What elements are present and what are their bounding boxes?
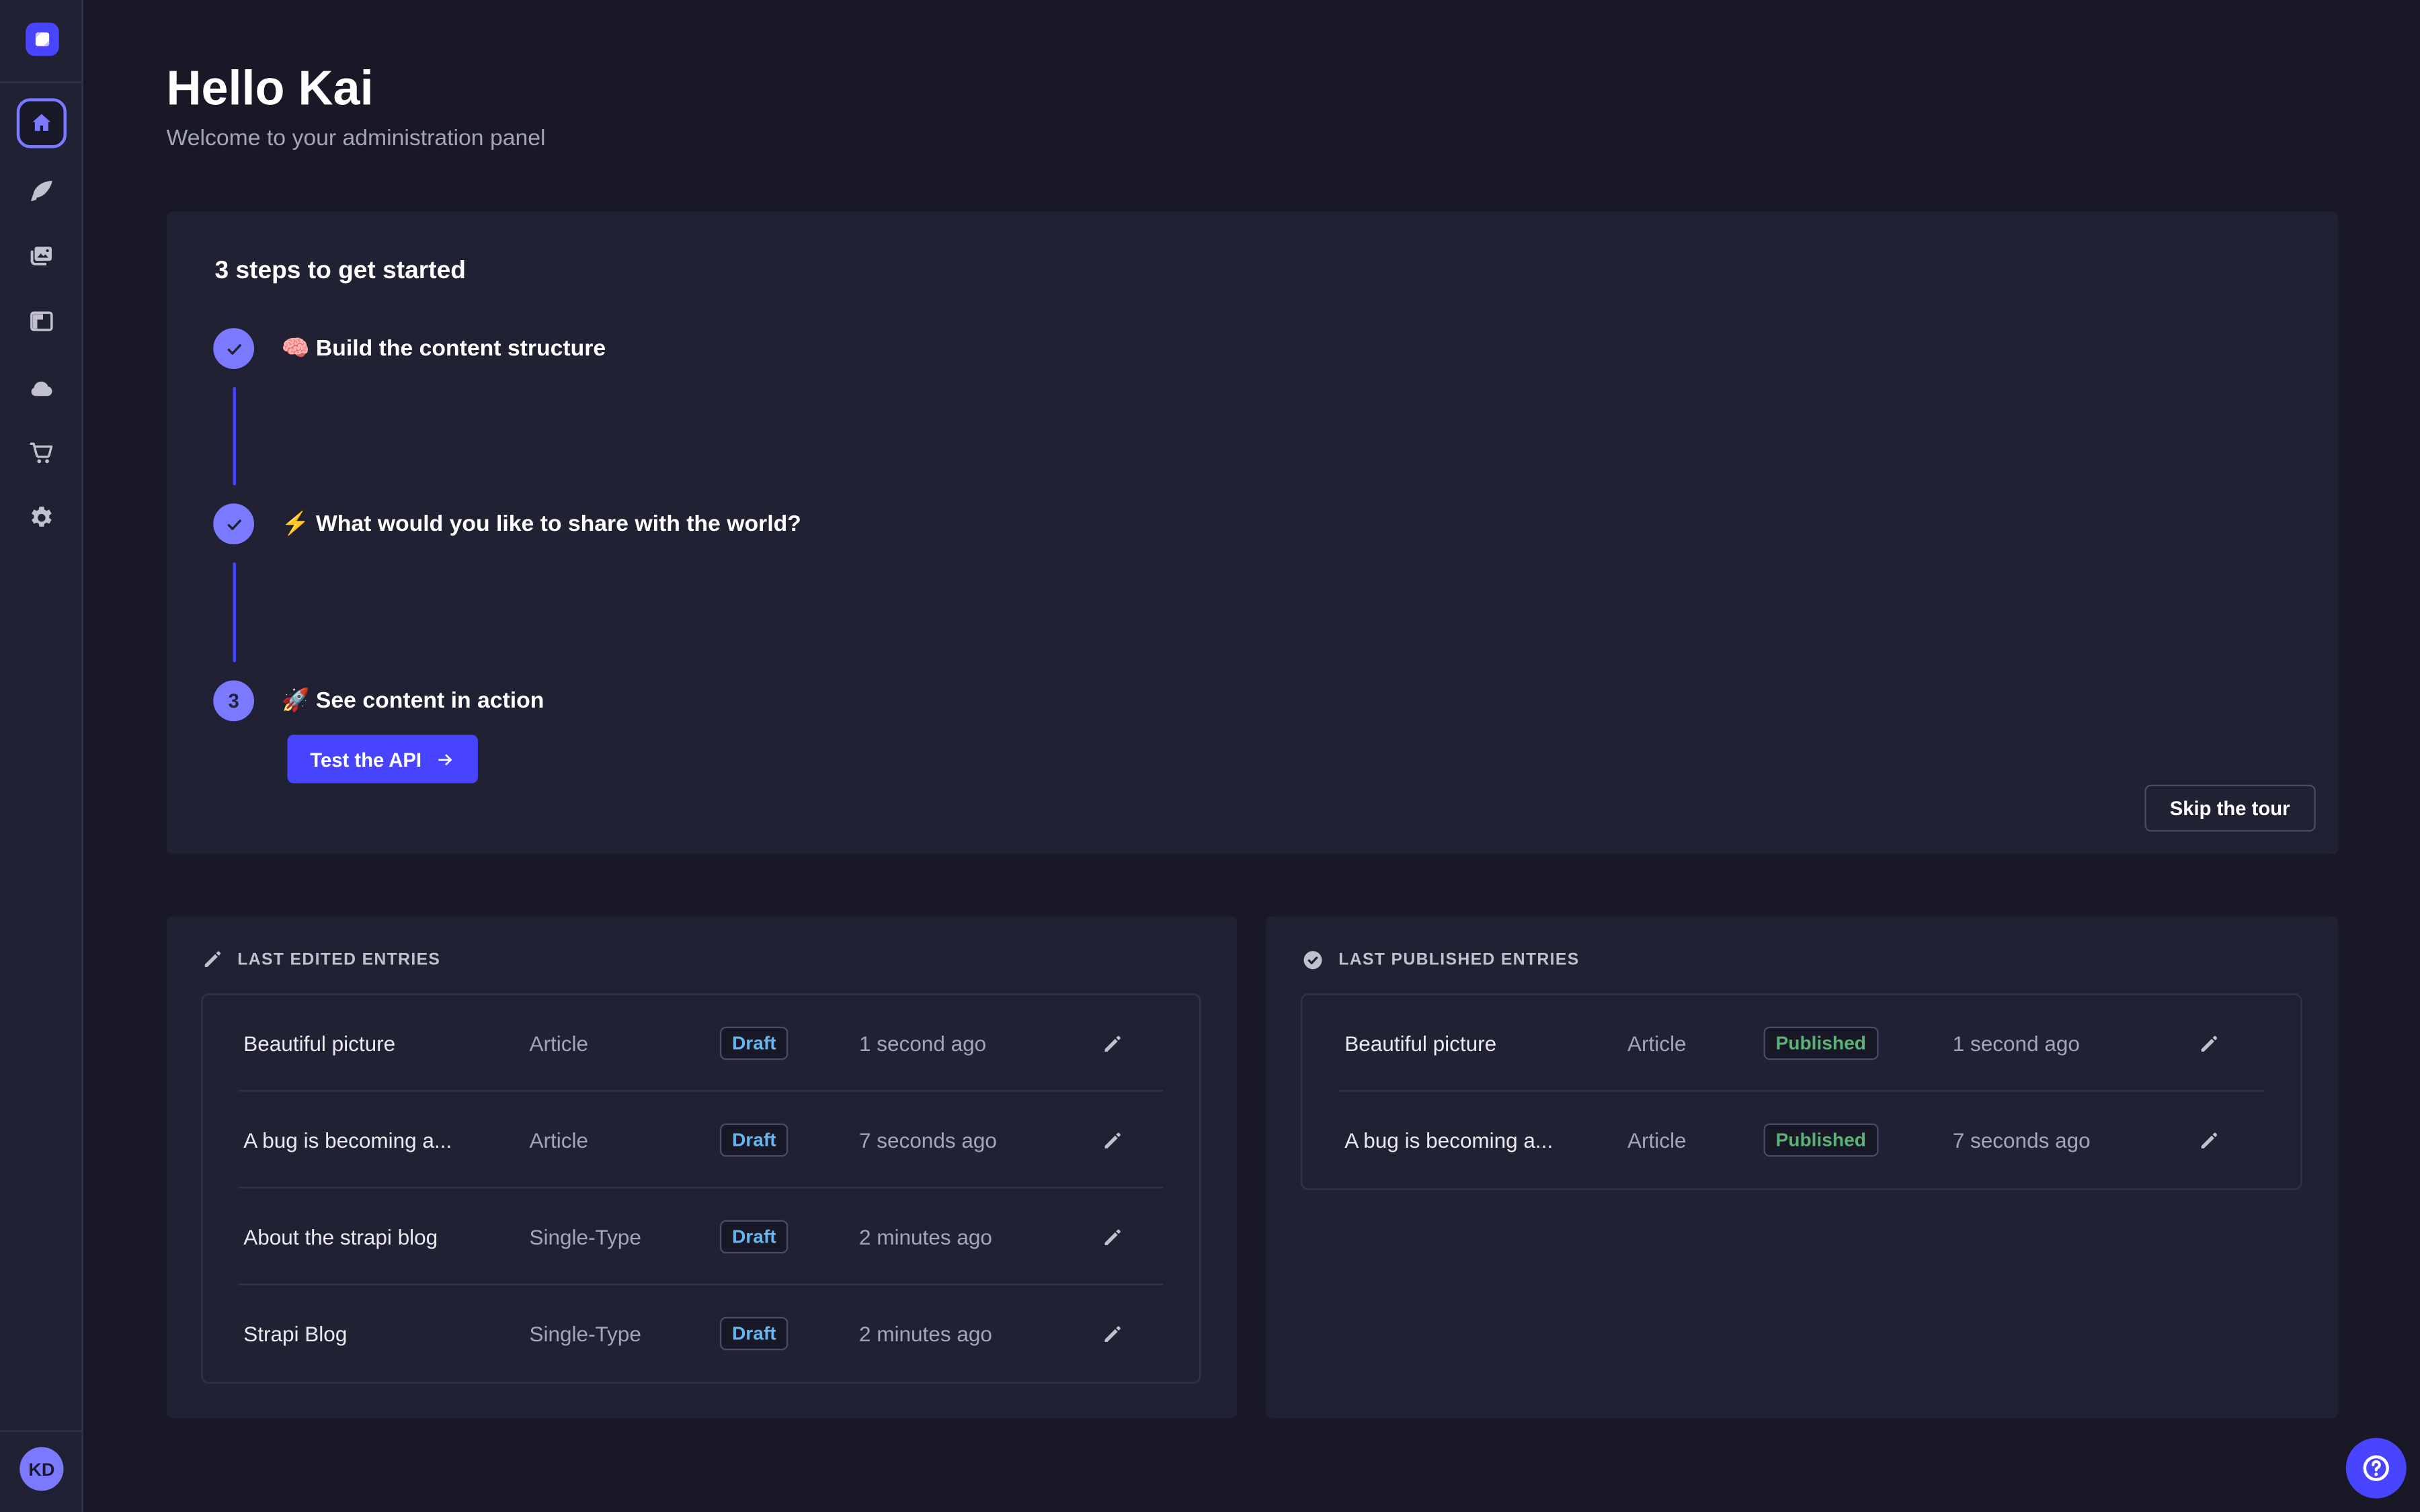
sidebar-item-cloud[interactable] — [28, 374, 56, 403]
entry-title: Strapi Blog — [243, 1322, 529, 1346]
step-connector — [232, 562, 235, 663]
edit-entry-button[interactable] — [2195, 1030, 2222, 1057]
last-published-table: Beautiful picture Article Published 1 se… — [1301, 993, 2302, 1190]
entry-title: About the strapi blog — [243, 1225, 529, 1249]
getting-started-card: 3 steps to get started 🧠 Build the conte… — [167, 212, 2339, 854]
media-library-icon — [28, 242, 56, 271]
step-3-label: 🚀 See content in action — [282, 681, 544, 722]
last-edited-table: Beautiful picture Article Draft 1 second… — [201, 993, 1201, 1384]
sidebar-divider — [0, 1431, 82, 1432]
check-circle-icon — [1301, 948, 1325, 972]
entry-kind: Article — [1627, 1128, 1764, 1152]
step-1-done-icon — [213, 328, 254, 369]
layout-icon — [28, 307, 56, 336]
strapi-logo-icon — [29, 26, 56, 53]
sidebar-item-media-library[interactable] — [28, 242, 56, 271]
question-icon — [2360, 1452, 2393, 1485]
tour-title: 3 steps to get started — [215, 257, 466, 286]
gear-icon — [28, 503, 56, 532]
sidebar-divider — [0, 82, 82, 83]
sidebar: KD — [0, 0, 83, 1512]
edit-entry-button[interactable] — [1098, 1030, 1126, 1057]
entry-time: 7 seconds ago — [1953, 1128, 2195, 1152]
entry-title: Beautiful picture — [1344, 1032, 1627, 1056]
last-published-title: LAST PUBLISHED ENTRIES — [1338, 951, 1579, 969]
cloud-icon — [28, 373, 56, 403]
table-row[interactable]: Strapi Blog Single-Type Draft 2 minutes … — [203, 1286, 1200, 1382]
status-badge: Published — [1764, 1124, 1878, 1157]
entry-kind: Article — [1627, 1032, 1764, 1056]
edit-entry-button[interactable] — [2195, 1126, 2222, 1154]
test-api-button[interactable]: Test the API — [288, 735, 478, 784]
pencil-icon — [1100, 1322, 1123, 1345]
entry-kind: Single-Type — [530, 1225, 721, 1249]
edit-entry-button[interactable] — [1098, 1320, 1126, 1347]
test-api-label: Test the API — [310, 748, 421, 771]
edit-entry-button[interactable] — [1098, 1126, 1126, 1154]
page-subtitle: Welcome to your administration panel — [167, 126, 546, 151]
home-icon — [29, 110, 54, 136]
status-badge: Draft — [720, 1317, 789, 1351]
step-2-done-icon — [213, 503, 254, 544]
entry-time: 1 second ago — [1953, 1032, 2195, 1056]
pencil-icon — [2197, 1032, 2220, 1055]
entry-title: A bug is becoming a... — [1344, 1128, 1627, 1152]
step-2-label: ⚡ What would you like to share with the … — [282, 503, 801, 544]
sidebar-item-content-type-builder[interactable] — [28, 307, 56, 336]
check-icon — [223, 513, 245, 535]
user-avatar[interactable]: KD — [19, 1447, 63, 1490]
status-badge: Draft — [720, 1124, 789, 1157]
entry-kind: Single-Type — [530, 1322, 721, 1346]
last-edited-panel: LAST EDITED ENTRIES Beautiful picture Ar… — [167, 917, 1238, 1419]
help-button[interactable] — [2346, 1438, 2407, 1499]
page-title: Hello Kai — [167, 60, 374, 116]
entry-time: 2 minutes ago — [859, 1225, 1098, 1249]
admin-dashboard: KD Hello Kai Welcome to your administrat… — [0, 0, 2420, 1512]
avatar-initials: KD — [28, 1458, 54, 1480]
strapi-logo[interactable] — [26, 23, 59, 56]
cart-icon — [28, 439, 56, 468]
pencil-icon — [2197, 1129, 2220, 1152]
table-row[interactable]: About the strapi blog Single-Type Draft … — [203, 1189, 1200, 1286]
last-edited-title: LAST EDITED ENTRIES — [237, 950, 440, 968]
sidebar-item-marketplace[interactable] — [28, 439, 56, 468]
step-connector — [232, 387, 235, 485]
status-badge: Published — [1764, 1027, 1878, 1060]
status-badge: Draft — [720, 1220, 789, 1254]
sidebar-item-home[interactable] — [17, 98, 67, 148]
arrow-right-icon — [435, 749, 454, 769]
step-3-number: 3 — [228, 689, 239, 712]
step-1-label: 🧠 Build the content structure — [282, 328, 606, 369]
sidebar-item-settings[interactable] — [28, 503, 56, 532]
skip-tour-button[interactable]: Skip the tour — [2144, 785, 2315, 832]
pencil-icon — [1100, 1032, 1123, 1055]
entry-time: 1 second ago — [859, 1032, 1098, 1056]
table-row[interactable]: Beautiful picture Article Published 1 se… — [1302, 995, 2300, 1092]
pencil-icon — [1100, 1129, 1123, 1152]
sidebar-item-content-manager[interactable] — [28, 177, 56, 206]
last-edited-header: LAST EDITED ENTRIES — [201, 948, 440, 971]
entry-time: 2 minutes ago — [859, 1322, 1098, 1346]
feather-icon — [28, 177, 56, 206]
step-3-number-badge: 3 — [213, 681, 254, 722]
entry-kind: Article — [530, 1128, 721, 1152]
edit-entry-button[interactable] — [1098, 1223, 1126, 1251]
last-published-panel: LAST PUBLISHED ENTRIES Beautiful picture… — [1266, 917, 2338, 1419]
pencil-icon — [1100, 1226, 1123, 1249]
pencil-icon — [201, 948, 224, 971]
status-badge: Draft — [720, 1027, 789, 1060]
table-row[interactable]: Beautiful picture Article Draft 1 second… — [203, 995, 1200, 1092]
entry-kind: Article — [530, 1032, 721, 1056]
table-row[interactable]: A bug is becoming a... Article Draft 7 s… — [203, 1092, 1200, 1189]
table-row[interactable]: A bug is becoming a... Article Published… — [1302, 1092, 2300, 1189]
last-published-header: LAST PUBLISHED ENTRIES — [1301, 948, 1580, 972]
entry-title: A bug is becoming a... — [243, 1128, 529, 1152]
check-icon — [223, 338, 245, 360]
entry-time: 7 seconds ago — [859, 1128, 1098, 1152]
entry-title: Beautiful picture — [243, 1032, 529, 1056]
